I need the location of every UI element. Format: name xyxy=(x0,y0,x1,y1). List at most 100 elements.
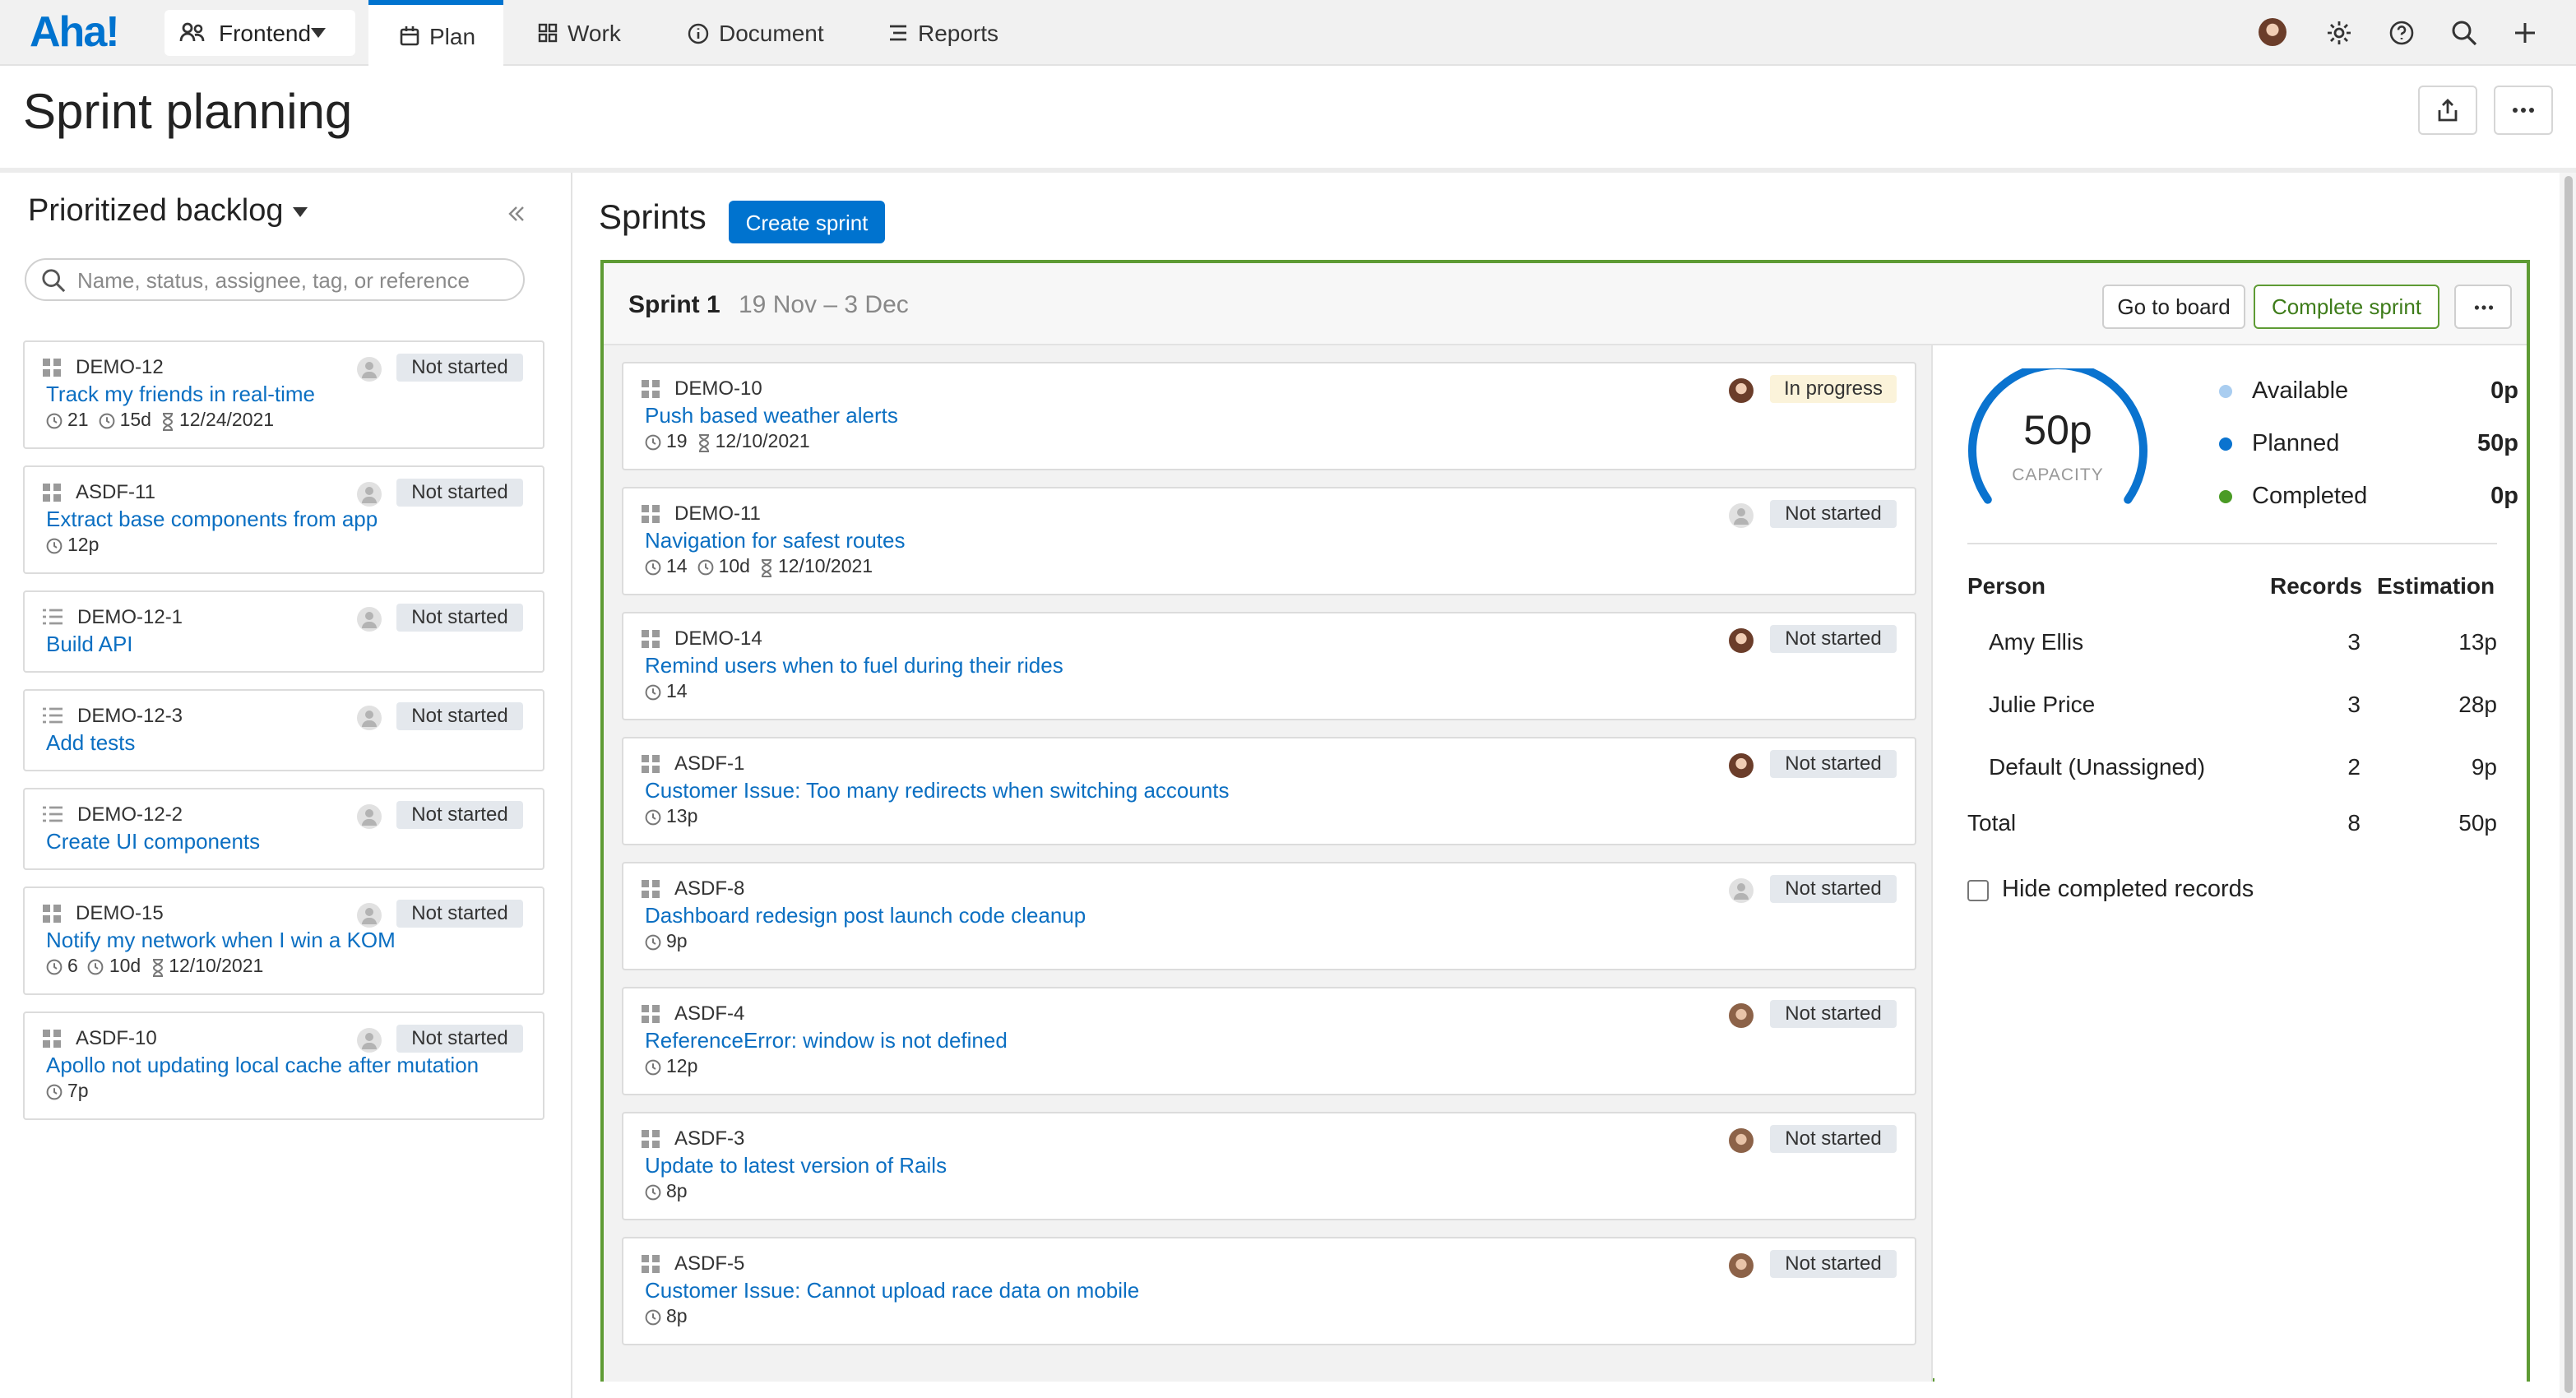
meta-value: 12p xyxy=(67,536,100,556)
record-name[interactable]: Build API xyxy=(46,632,133,656)
nav-document[interactable]: Document xyxy=(688,0,824,66)
status-badge[interactable]: Not started xyxy=(1770,875,1897,903)
status-badge[interactable]: Not started xyxy=(1770,500,1897,528)
status-badge[interactable]: Not started xyxy=(1770,1250,1897,1278)
hide-completed-checkbox[interactable] xyxy=(1967,879,1989,900)
person-row: Julie Price 3 28p xyxy=(1967,691,2497,724)
nav-plan[interactable]: Plan xyxy=(368,0,503,66)
hide-completed-toggle[interactable]: Hide completed records xyxy=(1967,877,2254,903)
backlog-card[interactable]: DEMO-15 Not started Notify my network when… xyxy=(23,886,544,995)
sprint-record-card[interactable]: ASDF-8 Not started Dashboard redesign post… xyxy=(622,862,1916,970)
user-avatar[interactable] xyxy=(2259,18,2286,46)
assignee-avatar[interactable] xyxy=(1729,378,1754,403)
record-name[interactable]: Apollo not updating local cache after mu… xyxy=(46,1053,479,1077)
create-sprint-button[interactable]: Create sprint xyxy=(729,201,885,243)
page-more-button[interactable] xyxy=(2494,86,2553,135)
search-input[interactable] xyxy=(77,265,513,294)
assignee-avatar[interactable] xyxy=(1729,1128,1754,1153)
record-name[interactable]: Update to latest version of Rails xyxy=(645,1153,947,1178)
backlog-card[interactable]: DEMO-12 Not started Track my friends in re… xyxy=(23,340,544,449)
status-badge[interactable]: In progress xyxy=(1770,375,1897,403)
record-name[interactable]: Create UI components xyxy=(46,829,260,854)
assignee-avatar[interactable] xyxy=(1729,503,1754,528)
status-badge[interactable]: Not started xyxy=(1770,625,1897,653)
status-badge[interactable]: Not started xyxy=(396,1025,523,1053)
record-name[interactable]: Add tests xyxy=(46,730,135,755)
sprint-record-card[interactable]: DEMO-10 In progress Push based weather ale… xyxy=(622,362,1916,470)
assignee-avatar[interactable] xyxy=(1729,628,1754,653)
assignee-avatar[interactable] xyxy=(357,607,382,632)
gear-icon[interactable] xyxy=(2326,20,2352,46)
plus-icon[interactable] xyxy=(2512,20,2538,46)
meta-item: 12/24/2021 xyxy=(161,411,274,431)
assignee-avatar[interactable] xyxy=(357,804,382,829)
record-ref-label: DEMO-12 xyxy=(76,355,164,378)
capacity-label: CAPACITY xyxy=(2012,465,2104,485)
sprint-record-card[interactable]: ASDF-3 Not started Update to latest versio… xyxy=(622,1112,1916,1220)
assignee-avatar[interactable] xyxy=(357,1028,382,1053)
record-name[interactable]: Dashboard redesign post launch code clea… xyxy=(645,903,1086,928)
record-name[interactable]: ReferenceError: window is not defined xyxy=(645,1028,1008,1053)
backlog-card[interactable]: DEMO-12-1 Not started Build API xyxy=(23,590,544,673)
record-name[interactable]: Navigation for safest routes xyxy=(645,528,906,553)
backlog-title[interactable]: Prioritized backlog xyxy=(28,194,308,230)
meta-item: 12p xyxy=(46,536,99,556)
collapse-icon[interactable] xyxy=(507,204,526,224)
feature-icon xyxy=(43,904,61,922)
share-button[interactable] xyxy=(2418,86,2477,135)
go-to-board-button[interactable]: Go to board xyxy=(2102,285,2245,329)
assignee-avatar[interactable] xyxy=(357,706,382,730)
status-badge[interactable]: Not started xyxy=(396,479,523,507)
sprint-record-card[interactable]: DEMO-11 Not started Navigation for safest … xyxy=(622,487,1916,595)
nav-reports[interactable]: Reports xyxy=(888,0,998,66)
sprint-record-card[interactable]: DEMO-14 Not started Remind users when to f… xyxy=(622,612,1916,720)
assignee-avatar[interactable] xyxy=(357,357,382,382)
clock-icon xyxy=(645,1184,661,1201)
complete-sprint-button[interactable]: Complete sprint xyxy=(2254,285,2439,329)
sprint-more-button[interactable] xyxy=(2454,285,2512,329)
status-badge[interactable]: Not started xyxy=(396,604,523,632)
status-badge[interactable]: Not started xyxy=(396,354,523,382)
page-scrollbar[interactable] xyxy=(2560,173,2576,1398)
sprint-record-card[interactable]: ASDF-4 Not started ReferenceError: window … xyxy=(622,987,1916,1095)
record-name[interactable]: Customer Issue: Too many redirects when … xyxy=(645,778,1230,803)
record-name[interactable]: Customer Issue: Cannot upload race data … xyxy=(645,1278,1139,1303)
meta-value: 14 xyxy=(666,683,688,702)
sprint-record-card[interactable]: ASDF-5 Not started Customer Issue: Cannot … xyxy=(622,1237,1916,1345)
backlog-card[interactable]: DEMO-12-3 Not started Add tests xyxy=(23,689,544,771)
status-badge[interactable]: Not started xyxy=(1770,1000,1897,1028)
backlog-search[interactable] xyxy=(25,258,525,301)
backlog-card[interactable]: DEMO-12-2 Not started Create UI components xyxy=(23,788,544,870)
page-title: Sprint planning xyxy=(23,86,353,140)
sprint-name[interactable]: Sprint 1 xyxy=(628,291,720,319)
record-name[interactable]: Notify my network when I win a KOM xyxy=(46,928,396,952)
backlog-card[interactable]: ASDF-10 Not started Apollo not updating lo… xyxy=(23,1011,544,1120)
feature-icon xyxy=(43,358,61,376)
sprints-title: Sprints xyxy=(599,199,707,237)
scrollbar-thumb[interactable] xyxy=(2564,176,2573,1393)
status-badge[interactable]: Not started xyxy=(396,801,523,829)
assignee-avatar[interactable] xyxy=(357,903,382,928)
assignee-avatar[interactable] xyxy=(1729,1003,1754,1028)
help-icon[interactable] xyxy=(2388,20,2415,46)
record-ref-label: ASDF-3 xyxy=(674,1127,745,1150)
sprint-record-card[interactable]: ASDF-1 Not started Customer Issue: Too man… xyxy=(622,737,1916,845)
status-badge[interactable]: Not started xyxy=(1770,1125,1897,1153)
nav-work[interactable]: Work xyxy=(538,0,621,66)
assignee-avatar[interactable] xyxy=(1729,753,1754,778)
status-badge[interactable]: Not started xyxy=(396,702,523,730)
record-name[interactable]: Push based weather alerts xyxy=(645,403,898,428)
record-name[interactable]: Extract base components from app xyxy=(46,507,378,531)
aha-logo[interactable]: Aha! xyxy=(30,7,120,58)
meta-value: 21 xyxy=(67,411,89,431)
record-name[interactable]: Remind users when to fuel during their r… xyxy=(645,653,1063,678)
backlog-card[interactable]: ASDF-11 Not started Extract base component… xyxy=(23,465,544,574)
record-name[interactable]: Track my friends in real-time xyxy=(46,382,315,406)
assignee-avatar[interactable] xyxy=(1729,878,1754,903)
assignee-avatar[interactable] xyxy=(1729,1253,1754,1278)
search-icon[interactable] xyxy=(2451,20,2477,46)
status-badge[interactable]: Not started xyxy=(1770,750,1897,778)
status-badge[interactable]: Not started xyxy=(396,900,523,928)
workspace-selector[interactable]: Frontend xyxy=(164,10,355,56)
assignee-avatar[interactable] xyxy=(357,482,382,507)
